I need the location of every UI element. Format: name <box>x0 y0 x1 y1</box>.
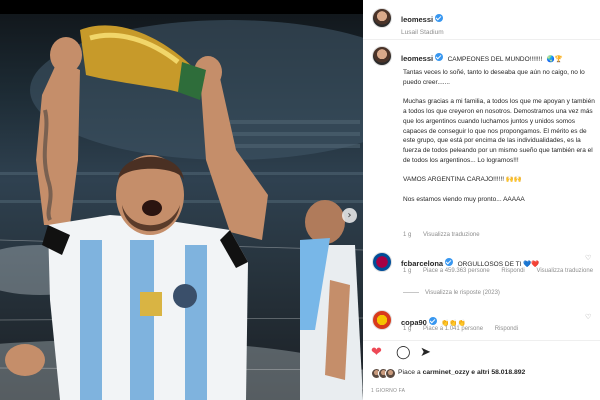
post-location[interactable]: Lusail Stadium <box>401 29 444 36</box>
caption-body: Tantas veces lo soñé, tanto lo deseaba q… <box>403 69 595 203</box>
caption-avatar[interactable] <box>372 46 392 66</box>
verified-badge-icon <box>435 13 444 22</box>
copa90-avatar[interactable] <box>372 310 392 330</box>
likes-user[interactable]: carminet_ozzy <box>423 369 470 376</box>
comment-2-like-icon[interactable]: ♡ <box>585 314 592 321</box>
comment-1-like-icon[interactable]: ♡ <box>585 255 592 262</box>
comment-2-likes[interactable]: Piace a 1.041 persone <box>423 326 483 332</box>
share-icon[interactable]: ➤ <box>420 346 431 359</box>
caption-username[interactable]: leomessi <box>401 54 433 63</box>
author-info: leomessi Lusail Stadium <box>401 9 444 36</box>
caption-headline-emoji: 🌏🏆 <box>546 56 563 63</box>
verified-badge-icon <box>428 316 437 325</box>
author-username[interactable]: leomessi <box>401 15 433 24</box>
comment-1-text: ORGULLOSOS DE TI 💙❤️ <box>457 261 540 268</box>
verified-badge-icon <box>435 52 444 61</box>
comment-1-time: 1 g <box>403 268 412 274</box>
caption-translate-link[interactable]: Visualizza traduzione <box>423 232 480 238</box>
comment-1-username[interactable]: fcbarcelona <box>401 259 443 268</box>
view-replies-link[interactable]: Visualizza le risposte (2023) <box>425 290 500 296</box>
heart-icon[interactable]: ❤ <box>371 346 382 359</box>
post-details-panel: leomessi Lusail Stadium leomessi CAMPEON… <box>363 0 600 400</box>
caption-time: 1 g <box>403 232 412 238</box>
chevron-right-icon: › <box>347 209 352 221</box>
liker-avatar <box>385 368 396 379</box>
post-photo[interactable]: › <box>0 0 363 400</box>
post-date: 1 GIORNO FA <box>371 388 406 394</box>
comment-1-likes[interactable]: Piace a 459.363 persone <box>423 268 490 274</box>
comment-1-reply[interactable]: Rispondi <box>501 268 524 274</box>
photo-scene <box>0 20 363 400</box>
comment-2-time: 1 g <box>403 326 412 332</box>
comment-1-translate[interactable]: Visualizza traduzione <box>536 268 593 274</box>
next-photo-button[interactable]: › <box>342 208 357 223</box>
comment-2-meta: 1 g Piace a 1.041 persone Rispondi <box>403 326 528 332</box>
fcbarcelona-avatar[interactable] <box>372 252 392 272</box>
replies-divider <box>403 291 419 293</box>
verified-badge-icon <box>445 257 454 266</box>
post-actions: ❤ ◯ ➤ <box>363 340 600 362</box>
caption-headline: leomessi CAMPEONES DEL MUNDO!!!!!!! 🌏🏆 <box>401 48 597 66</box>
comment-1-meta: 1 g Piace a 459.363 persone Rispondi Vis… <box>403 268 600 274</box>
author-avatar[interactable] <box>372 8 392 28</box>
comment-icon[interactable]: ◯ <box>396 346 411 359</box>
comment-2-reply[interactable]: Rispondi <box>495 326 518 332</box>
post-header: leomessi Lusail Stadium <box>363 0 600 40</box>
caption-headline-text: CAMPEONES DEL MUNDO!!!!!!! <box>447 56 543 63</box>
caption-meta: 1 g Visualizza traduzione <box>403 232 490 238</box>
likes-prefix: Piace a <box>398 369 421 376</box>
likes-text: Piace a carminet_ozzy e altri 58.018.892 <box>398 369 525 376</box>
comment-1-replies[interactable]: Visualizza le risposte (2023) <box>403 290 510 296</box>
likes-suffix[interactable]: e altri 58.018.892 <box>471 369 525 376</box>
